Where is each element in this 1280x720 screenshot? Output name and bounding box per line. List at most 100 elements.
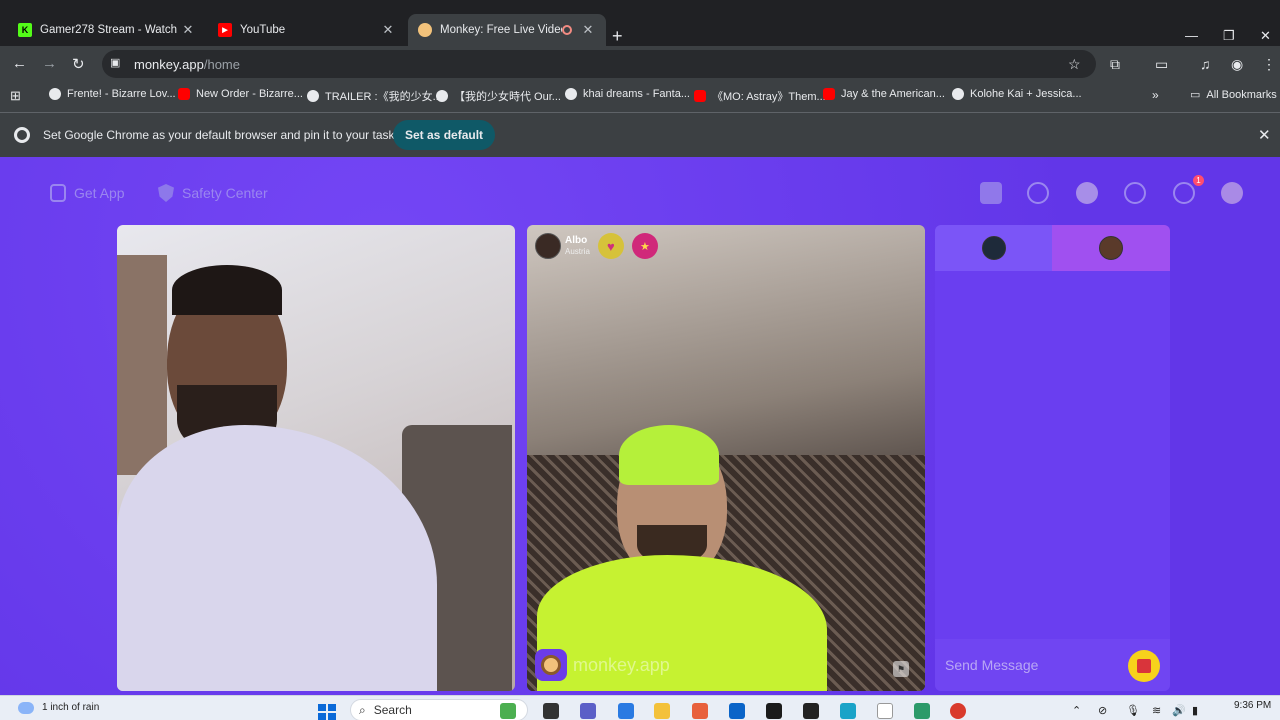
close-tab-icon[interactable]: ✕: [580, 22, 596, 38]
all-bookmarks[interactable]: ▭ All Bookmarks: [1190, 88, 1277, 102]
profile-avatar[interactable]: [1221, 182, 1243, 204]
phone-icon: [50, 184, 66, 202]
youtube-icon: ▶: [218, 23, 232, 37]
search-icon[interactable]: [1027, 182, 1049, 204]
background-shelf: [117, 255, 167, 475]
teams-icon[interactable]: [580, 703, 596, 719]
copilot-app-icon[interactable]: [618, 703, 634, 719]
more-bookmarks-icon[interactable]: »: [1152, 88, 1159, 102]
notion-icon[interactable]: [803, 703, 819, 719]
watermark-text: monkey.app: [573, 654, 670, 675]
tab-title: Gamer278 Stream - Watch Live: [40, 24, 180, 36]
all-bookmarks-label: All Bookmarks: [1206, 88, 1277, 101]
folder-icon: ▭: [1190, 89, 1201, 101]
person-hood: [619, 425, 719, 485]
media-control-icon[interactable]: ♫: [1200, 56, 1211, 72]
task-view-icon[interactable]: [543, 703, 559, 719]
chat-tab-self[interactable]: [935, 225, 1053, 271]
report-icon[interactable]: ⚑: [893, 661, 909, 677]
monkey-page: Get App Safety Center 1 Albo Austria ♥ ★…: [0, 157, 1280, 695]
infobar-message: Set Google Chrome as your default browse…: [43, 128, 412, 142]
taskbar-clock[interactable]: 9:36 PM: [1234, 700, 1271, 712]
edge-icon[interactable]: [840, 703, 856, 719]
get-app-link[interactable]: Get App: [50, 184, 125, 202]
bookmark-item[interactable]: Frente! - Bizarre Lov...: [49, 88, 176, 100]
safety-center-label: Safety Center: [182, 185, 268, 201]
back-icon[interactable]: ←: [12, 55, 27, 72]
app-icon[interactable]: [914, 703, 930, 719]
bookmark-star-icon[interactable]: ☆: [1068, 56, 1081, 73]
notepad-icon[interactable]: [877, 703, 893, 719]
bookmark-item[interactable]: 【我的少女時代 Our...: [436, 88, 561, 104]
tray-chevron-icon[interactable]: ⌃: [1072, 704, 1081, 717]
bookmark-item[interactable]: khai dreams - Fanta...: [565, 88, 690, 100]
bookmark-label: 【我的少女時代 Our...: [454, 91, 561, 103]
extensions-icon[interactable]: ⧉: [1110, 56, 1120, 73]
free-gift-icon[interactable]: [980, 182, 1002, 204]
search-label: Search: [373, 703, 412, 717]
tray-app-icon[interactable]: ⊘: [1098, 704, 1107, 717]
volume-icon[interactable]: 🔊: [1172, 704, 1186, 717]
bookmark-label: Kolohe Kai + Jessica...: [970, 88, 1082, 100]
cast-icon[interactable]: ▭: [1155, 56, 1168, 73]
firefox-icon[interactable]: [692, 703, 708, 719]
tab-gamer278[interactable]: K Gamer278 Stream - Watch Live ✕: [8, 14, 206, 46]
globe-icon: [49, 88, 61, 100]
forward-icon[interactable]: →: [42, 55, 57, 72]
profile-icon[interactable]: ◉: [1231, 56, 1243, 73]
globe-icon: [436, 90, 448, 102]
bookmark-item[interactable]: Kolohe Kai + Jessica...: [952, 88, 1082, 100]
close-infobar-icon[interactable]: ✕: [1258, 126, 1271, 144]
tab-title: YouTube: [240, 24, 286, 36]
menu-icon[interactable]: ⋮: [1262, 56, 1276, 73]
microphone-icon[interactable]: 🎙: [1126, 704, 1140, 717]
history-icon[interactable]: [1124, 182, 1146, 204]
maximize-icon[interactable]: ❐: [1223, 28, 1235, 44]
chat-tab-peer[interactable]: [1052, 225, 1170, 271]
safety-center-link[interactable]: Safety Center: [158, 184, 268, 202]
bookmark-item[interactable]: 《MO: Astray》Them...: [694, 88, 826, 104]
bookmark-item[interactable]: TRAILER :《我的少女...: [307, 88, 442, 104]
tab-monkey[interactable]: Monkey: Free Live Video Ch ✕: [408, 14, 606, 46]
close-tab-icon[interactable]: ✕: [380, 22, 396, 38]
minimize-icon[interactable]: —: [1185, 28, 1198, 43]
new-tab-button[interactable]: +: [612, 26, 623, 47]
close-window-icon[interactable]: ✕: [1260, 28, 1271, 44]
weather-widget[interactable]: 1 inch of rain: [18, 702, 99, 714]
reload-icon[interactable]: ↻: [72, 55, 85, 73]
bookmark-label: khai dreams - Fanta...: [583, 88, 690, 100]
send-message-input[interactable]: [935, 639, 1125, 691]
battery-icon[interactable]: ▮: [1192, 704, 1198, 717]
remote-user-avatar[interactable]: [535, 233, 561, 259]
tab-youtube[interactable]: ▶ YouTube ✕: [208, 14, 406, 46]
close-tab-icon[interactable]: ✕: [180, 22, 196, 38]
youtube-icon: [823, 88, 835, 100]
set-as-default-button[interactable]: Set as default: [393, 120, 496, 150]
get-app-label: Get App: [74, 185, 125, 201]
copilot-icon[interactable]: [500, 703, 516, 719]
gift-button[interactable]: [1128, 650, 1160, 682]
messages-icon[interactable]: [1173, 182, 1195, 204]
crown-icon[interactable]: [1076, 182, 1098, 204]
chrome-icon[interactable]: [950, 703, 966, 719]
like-heart-button[interactable]: ♥: [597, 233, 624, 259]
reaction-button[interactable]: ★: [631, 233, 658, 259]
start-button[interactable]: [318, 704, 336, 720]
wifi-icon[interactable]: ≋: [1152, 704, 1161, 717]
site-info-icon[interactable]: ▣: [110, 56, 126, 72]
search-icon: ⌕: [359, 702, 366, 717]
bookmark-item[interactable]: Jay & the American...: [823, 88, 945, 100]
mail-icon[interactable]: [729, 703, 745, 719]
local-video: [117, 225, 515, 691]
bookmark-item[interactable]: New Order - Bizarre...: [178, 88, 303, 100]
globe-icon: [952, 88, 964, 100]
bookmark-label: 《MO: Astray》Them...: [712, 91, 826, 103]
browser-chrome: K Gamer278 Stream - Watch Live ✕ ▶ YouTu…: [0, 0, 1280, 157]
globe-icon: [565, 88, 577, 100]
dropbox-icon[interactable]: [766, 703, 782, 719]
apps-grid-icon[interactable]: ⊞: [10, 88, 21, 104]
remote-video: Albo Austria ♥ ★ monkey.app ⚑: [527, 225, 925, 691]
address-bar[interactable]: ▣ monkey.app /home: [102, 50, 1096, 78]
recording-icon: [562, 25, 572, 35]
file-explorer-icon[interactable]: [654, 703, 670, 719]
